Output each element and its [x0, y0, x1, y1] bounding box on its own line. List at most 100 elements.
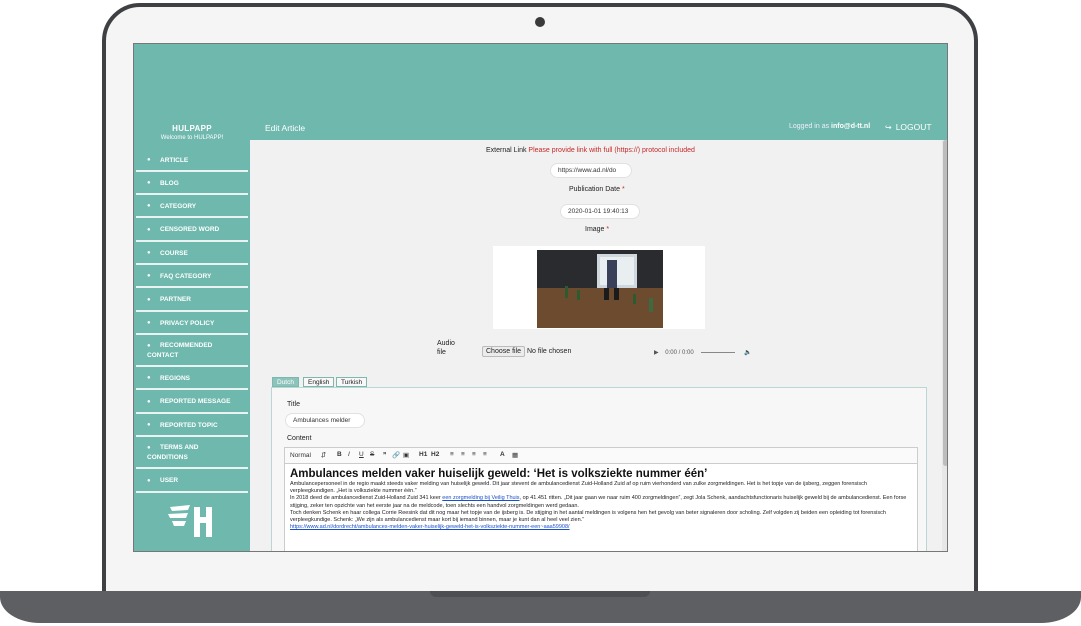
- required-mark: *: [606, 226, 610, 233]
- audio-player: ▶ 0:00 / 0:00 🔈: [654, 349, 751, 356]
- file-input: Choose file No file chosen: [482, 346, 571, 357]
- indent-icon[interactable]: ≡: [472, 451, 476, 458]
- sidebar-item-faq-category[interactable]: ● FAQ CATEGORY: [136, 265, 248, 288]
- external-link-hint: Please provide link with full (https://)…: [528, 147, 695, 154]
- audio-time: 0:00 / 0:00: [665, 350, 694, 356]
- quote-icon[interactable]: ❞: [383, 451, 387, 459]
- dashboard-icon: ●: [147, 273, 151, 279]
- dashboard-icon: ●: [147, 203, 151, 209]
- bold-button[interactable]: B: [337, 451, 342, 458]
- logout-button[interactable]: ↪ LOGOUT: [885, 122, 932, 132]
- dashboard-icon: ●: [147, 157, 151, 163]
- dashboard-icon: ●: [147, 297, 151, 303]
- italic-button[interactable]: I: [348, 451, 350, 458]
- external-link-row: External Link Please provide link with f…: [486, 147, 695, 154]
- editor-url-link[interactable]: https://www.ad.nl/dordrecht/ambulances-m…: [290, 524, 912, 531]
- image-label-row: Image *: [585, 226, 609, 233]
- outdent-icon[interactable]: ≡: [483, 451, 487, 458]
- text-color-button[interactable]: A: [500, 451, 505, 458]
- sidebar-item-course[interactable]: ● COURSE: [136, 242, 248, 265]
- ordered-list-icon[interactable]: ≡: [450, 451, 454, 458]
- sidebar-item-recommended-contact[interactable]: ● RECOMMENDED CONTACT: [136, 335, 248, 367]
- sidebar-item-label: ARTICLE: [160, 157, 189, 164]
- title-input[interactable]: Ambulances melder: [286, 414, 364, 427]
- dashboard-icon: ●: [147, 375, 151, 381]
- volume-icon[interactable]: 🔈: [744, 350, 751, 356]
- logout-label: LOGOUT: [895, 122, 932, 132]
- sidebar-item-label: CATEGORY: [160, 203, 197, 210]
- link-icon[interactable]: 🔗: [392, 451, 400, 459]
- screen: HULPAPP Welcome to HULPAPP! Edit Article…: [133, 43, 948, 552]
- publication-date-label-row: Publication Date *: [569, 186, 625, 193]
- image-label: Image: [585, 226, 605, 233]
- audio-label: file: [437, 349, 446, 356]
- dashboard-icon: ●: [147, 320, 151, 326]
- scrollbar-thumb[interactable]: [943, 140, 947, 466]
- chevron-down-icon: ⇵: [320, 452, 327, 459]
- sidebar-item-user[interactable]: ● USER: [136, 469, 248, 493]
- page-title: Edit Article: [265, 123, 306, 133]
- top-header: HULPAPP Welcome to HULPAPP! Edit Article…: [134, 44, 947, 141]
- sidebar: ● ARTICLE ● BLOG ● CATEGORY ● CENSORED WORD …: [134, 140, 250, 551]
- editor-paragraph: Ambulancepersoneel in de regio maakt ste…: [290, 481, 867, 495]
- play-icon[interactable]: ▶: [654, 350, 659, 356]
- content-label: Content: [287, 435, 312, 442]
- logged-in-label: Logged in as: [789, 123, 830, 130]
- sidebar-item-censored-word[interactable]: ● CENSORED WORD: [136, 218, 248, 242]
- sidebar-item-label: REPORTED TOPIC: [160, 422, 218, 429]
- sidebar-item-reported-topic[interactable]: ● REPORTED TOPIC: [136, 414, 248, 437]
- audio-seek-bar[interactable]: [701, 351, 736, 353]
- tab-english[interactable]: English: [303, 377, 335, 387]
- editor-paragraph: Toch denken Schenk en haar collega Corri…: [290, 509, 886, 524]
- image-icon[interactable]: ▣: [403, 451, 409, 459]
- strike-button[interactable]: S: [370, 451, 374, 458]
- underline-button[interactable]: U: [359, 451, 364, 458]
- sidebar-item-label: RECOMMENDED: [160, 342, 213, 349]
- dashboard-icon: ●: [147, 343, 151, 349]
- sidebar-item-partner[interactable]: ● PARTNER: [136, 288, 248, 312]
- editor-link[interactable]: een zorgmelding bij Veilig Thuis: [442, 495, 519, 501]
- external-link-input[interactable]: https://www.ad.nl/do: [551, 164, 631, 177]
- editor-paragraph: In 2018 deed de ambulancedienst Zuid-Hol…: [290, 495, 912, 509]
- sidebar-item-label: REGIONS: [160, 375, 190, 382]
- dashboard-icon: ●: [147, 478, 151, 484]
- sidebar-item-article[interactable]: ● ARTICLE: [136, 149, 248, 172]
- sidebar-item-regions[interactable]: ● REGIONS: [136, 367, 248, 390]
- format-select[interactable]: Normal ⇵: [290, 451, 326, 459]
- dashboard-icon: ●: [147, 445, 151, 451]
- image-preview[interactable]: [493, 246, 705, 329]
- sidebar-item-label: TERMS AND: [160, 444, 199, 451]
- dashboard-icon: ●: [147, 250, 151, 256]
- logout-icon: ↪: [885, 123, 892, 132]
- tab-turkish[interactable]: Turkish: [336, 377, 368, 387]
- sidebar-item-label: PARTNER: [160, 296, 191, 303]
- required-mark: *: [621, 186, 625, 193]
- sidebar-item-label: CONTACT: [147, 352, 179, 359]
- tab-dutch[interactable]: Dutch: [272, 377, 299, 387]
- title-label: Title: [287, 401, 300, 408]
- h1-button[interactable]: H1: [419, 451, 427, 458]
- dashboard-icon: ●: [147, 399, 151, 405]
- sidebar-item-label: REPORTED MESSAGE: [160, 398, 231, 405]
- h2-button[interactable]: H2: [431, 451, 439, 458]
- publication-date-label: Publication Date: [569, 186, 620, 193]
- sidebar-item-blog[interactable]: ● BLOG: [136, 172, 248, 195]
- dashboard-icon: ●: [147, 227, 151, 233]
- publication-date-input[interactable]: 2020-01-01 19:40:13: [561, 205, 639, 218]
- hulpapp-logo: [168, 505, 212, 537]
- user-email: info@d-tt.nl: [831, 123, 871, 130]
- bullet-list-icon[interactable]: ≡: [461, 451, 465, 458]
- editor-toolbar: Normal ⇵ B I U S ❞ 🔗 ▣ H1 H2 ≡ ≡ ≡ ≡ A ▦: [284, 447, 918, 464]
- choose-file-button[interactable]: Choose file: [482, 346, 526, 357]
- rich-text-editor[interactable]: Ambulances melden vaker huiselijk geweld…: [284, 464, 918, 551]
- clear-format-icon[interactable]: ▦: [512, 451, 518, 459]
- sidebar-item-terms-and-conditions[interactable]: ● TERMS AND CONDITIONS: [136, 437, 248, 469]
- sidebar-item-label: COURSE: [160, 250, 188, 257]
- brand-title[interactable]: HULPAPP: [134, 124, 250, 133]
- dashboard-icon: ●: [147, 180, 151, 186]
- sidebar-item-label: USER: [160, 477, 179, 484]
- sidebar-item-privacy-policy[interactable]: ● PRIVACY POLICY: [136, 312, 248, 335]
- sidebar-item-reported-message[interactable]: ● REPORTED MESSAGE: [136, 390, 248, 414]
- sidebar-item-category[interactable]: ● CATEGORY: [136, 195, 248, 218]
- dashboard-icon: ●: [147, 422, 151, 428]
